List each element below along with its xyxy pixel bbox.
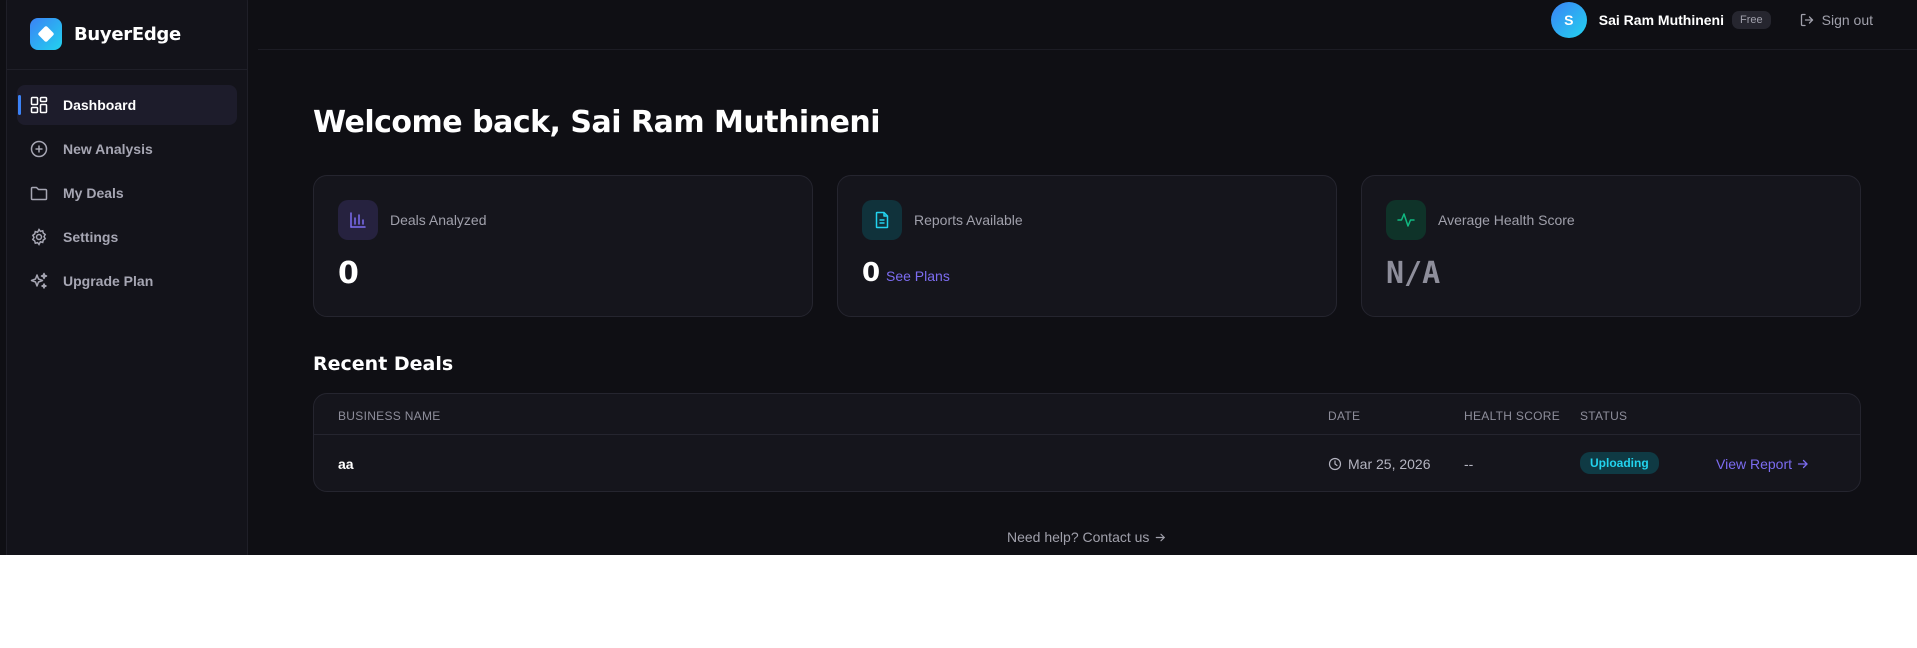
sidebar-item-new-analysis[interactable]: New Analysis — [17, 129, 237, 169]
sidebar-item-label: Upgrade Plan — [63, 273, 154, 289]
brand-name: BuyerEdge — [74, 23, 181, 45]
stat-card-deals-analyzed: Deals Analyzed 0 — [313, 175, 813, 317]
sidebar-item-my-deals[interactable]: My Deals — [17, 173, 237, 213]
column-header-business-name[interactable]: BUSINESS NAME — [338, 409, 441, 423]
top-header: S Sai Ram Muthineni Free Sign out — [258, 0, 1917, 50]
column-header-status[interactable]: STATUS — [1580, 409, 1627, 423]
stat-card-reports-available: Reports Available 0 See Plans — [837, 175, 1337, 317]
stat-value: N/A — [1386, 256, 1441, 291]
view-report-label: View Report — [1716, 456, 1793, 472]
deal-date-text: Mar 25, 2026 — [1348, 456, 1431, 472]
deal-health-score: -- — [1464, 456, 1474, 472]
stat-label: Reports Available — [914, 212, 1023, 228]
sidebar-nav: Dashboard New Analysis My Deals Settings… — [17, 85, 237, 305]
sign-out-icon — [1800, 13, 1813, 27]
deal-date: Mar 25, 2026 — [1328, 456, 1431, 472]
activity-icon — [1386, 200, 1426, 240]
document-icon — [862, 200, 902, 240]
sign-out-button[interactable]: Sign out — [1799, 12, 1873, 28]
stat-label: Average Health Score — [1438, 212, 1575, 228]
plan-badge: Free — [1732, 11, 1771, 29]
user-name: Sai Ram Muthineni — [1598, 12, 1724, 28]
sparkles-icon — [29, 271, 49, 291]
recent-deals-title: Recent Deals — [313, 353, 454, 375]
folder-icon — [29, 183, 49, 203]
sidebar-item-settings[interactable]: Settings — [17, 217, 237, 257]
brand[interactable]: BuyerEdge — [30, 18, 181, 50]
user-menu: S Sai Ram Muthineni Free Sign out — [1550, 2, 1873, 38]
table-header: BUSINESS NAME DATE HEALTH SCORE STATUS — [314, 394, 1860, 435]
column-header-date[interactable]: DATE — [1328, 409, 1360, 423]
column-header-health-score[interactable]: HEALTH SCORE — [1464, 409, 1560, 423]
table-row[interactable]: aa Mar 25, 2026 -- Uploading View Report — [314, 436, 1860, 492]
sign-out-label: Sign out — [1821, 12, 1873, 28]
dashboard-icon — [29, 95, 49, 115]
sidebar-item-label: New Analysis — [63, 141, 153, 157]
bar-chart-icon — [338, 200, 378, 240]
app-window: BuyerEdge Dashboard New Analysis My Deal… — [0, 0, 1917, 555]
sidebar-item-dashboard[interactable]: Dashboard — [17, 85, 237, 125]
gear-icon — [29, 227, 49, 247]
see-plans-link[interactable]: See Plans — [886, 268, 950, 284]
arrow-right-icon — [1797, 459, 1808, 469]
brand-logo — [30, 18, 62, 50]
plus-circle-icon — [29, 139, 49, 159]
stat-card-average-health-score: Average Health Score N/A — [1361, 175, 1861, 317]
arrow-right-icon — [1156, 533, 1166, 541]
page-title: Welcome back, Sai Ram Muthineni — [313, 105, 881, 140]
deal-name: aa — [338, 456, 354, 472]
stat-value: 0 — [862, 258, 881, 288]
sidebar-item-label: My Deals — [63, 185, 124, 201]
sidebar-item-label: Dashboard — [63, 97, 137, 113]
sidebar-item-upgrade-plan[interactable]: Upgrade Plan — [17, 261, 237, 301]
help-contact-link[interactable]: Need help? Contact us — [1007, 529, 1167, 545]
clock-icon — [1328, 457, 1342, 471]
recent-deals-table: BUSINESS NAME DATE HEALTH SCORE STATUS a… — [313, 393, 1861, 492]
sidebar: BuyerEdge Dashboard New Analysis My Deal… — [6, 0, 248, 555]
stat-value: 0 — [338, 256, 359, 291]
avatar[interactable]: S — [1550, 2, 1587, 38]
stat-label: Deals Analyzed — [390, 212, 487, 228]
help-label: Need help? Contact us — [1007, 529, 1150, 545]
sidebar-divider — [7, 69, 247, 70]
status-badge: Uploading — [1580, 452, 1659, 474]
view-report-link[interactable]: View Report — [1716, 456, 1810, 472]
sidebar-item-label: Settings — [63, 229, 119, 245]
